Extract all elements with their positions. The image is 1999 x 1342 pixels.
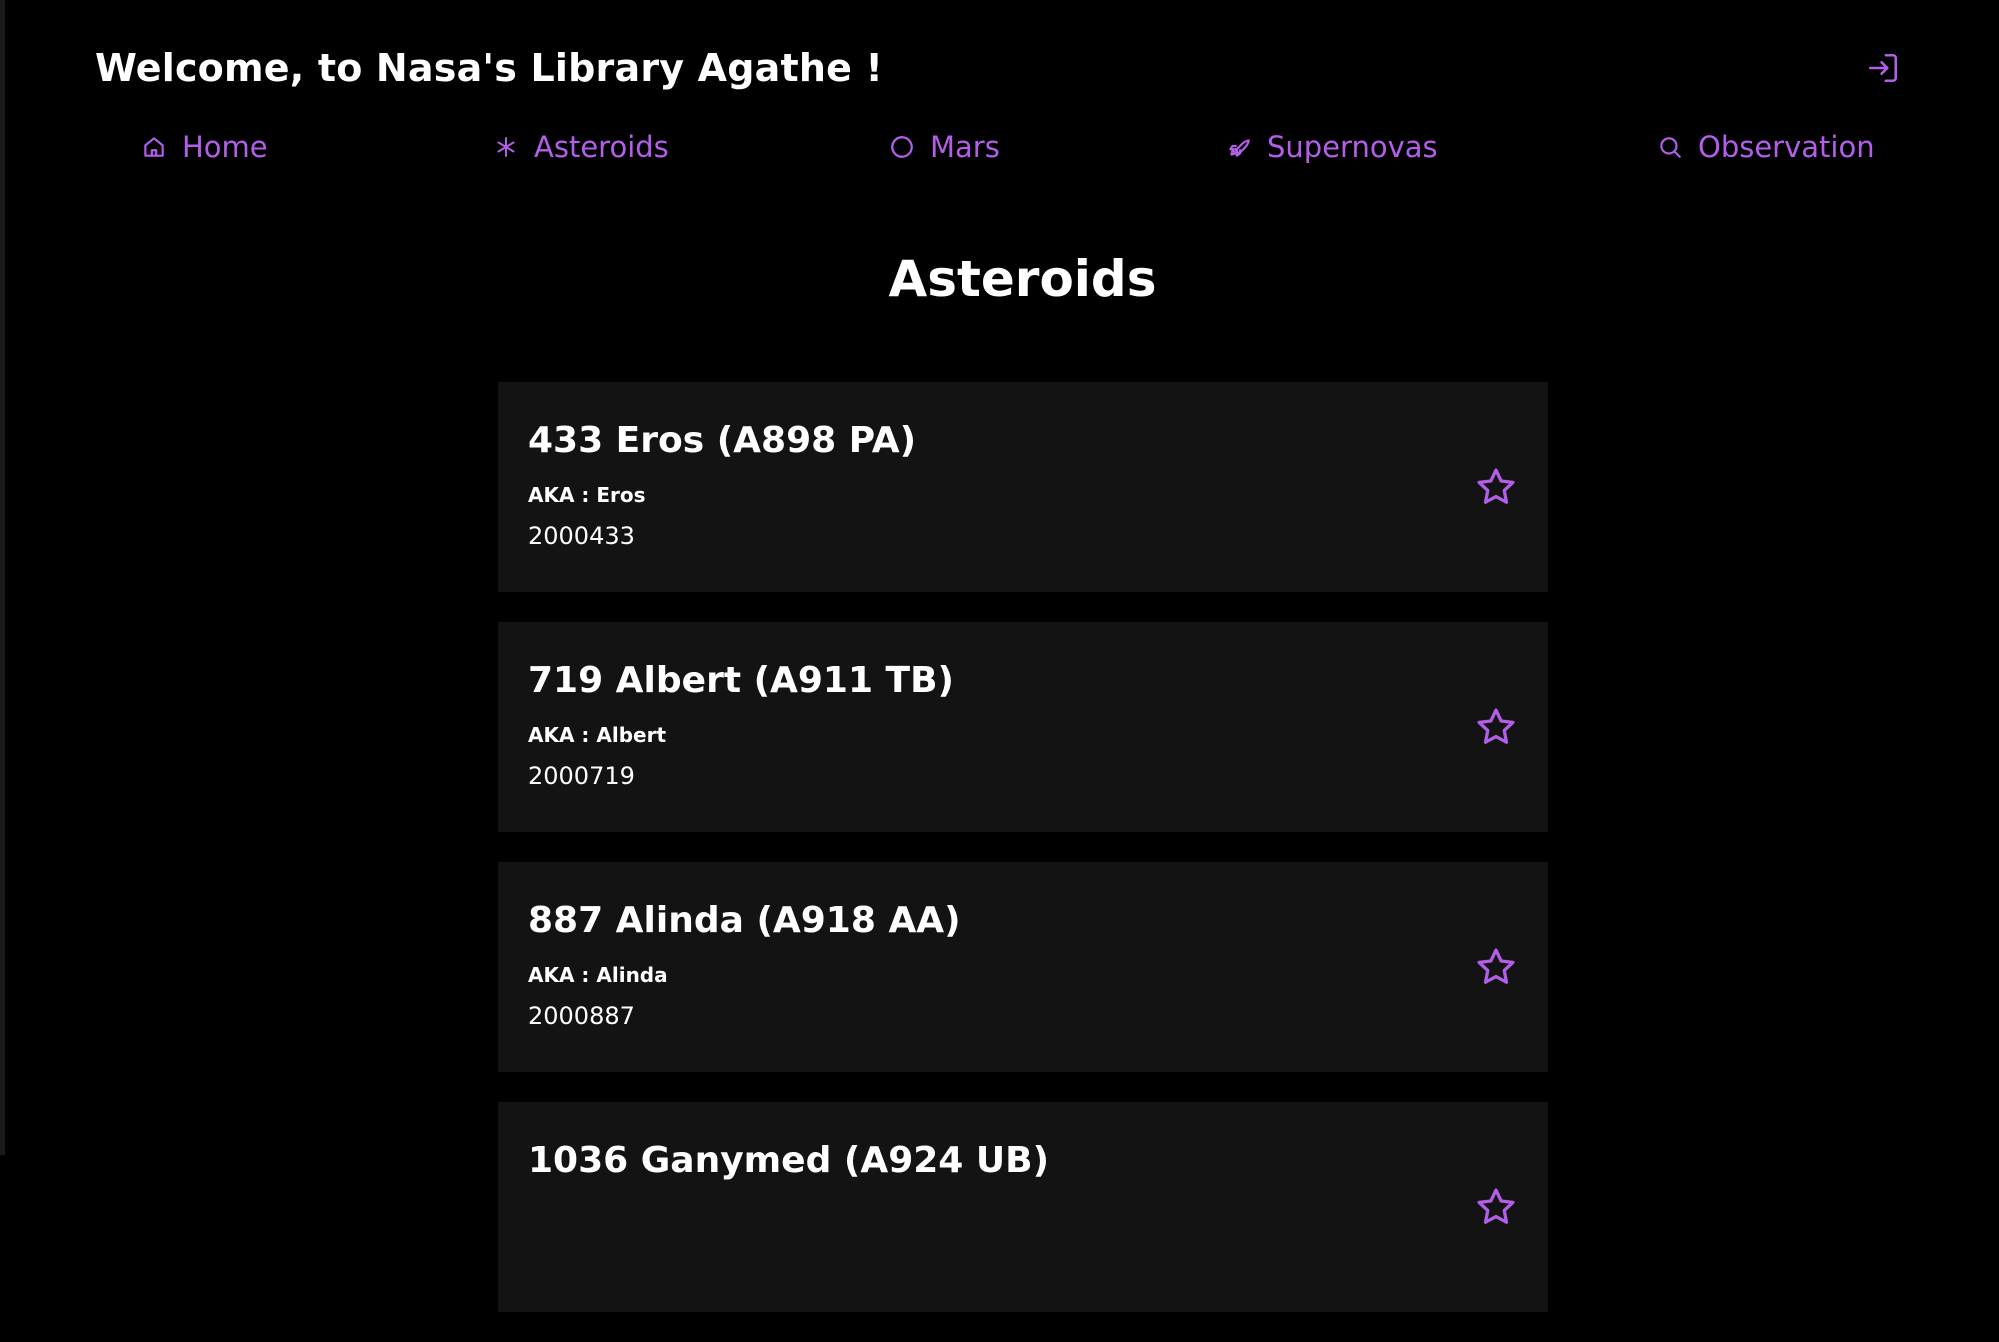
- favorite-star-icon[interactable]: [1474, 945, 1518, 989]
- nav-asteroids[interactable]: Asteroids: [492, 130, 669, 164]
- asteroid-aka: AKA : Albert: [528, 723, 667, 747]
- logout-icon: [1868, 53, 1898, 83]
- nav-home-label: Home: [182, 130, 268, 164]
- asteroid-aka: AKA : Alinda: [528, 963, 668, 987]
- welcome-title: Welcome, to Nasa's Library Agathe !: [95, 46, 884, 90]
- logout-button[interactable]: [1863, 48, 1903, 88]
- favorite-star-icon[interactable]: [1474, 1185, 1518, 1229]
- nav-supernovas-label: Supernovas: [1267, 130, 1438, 164]
- asteroid-name: 719 Albert (A911 TB): [528, 660, 955, 701]
- asteroid-name: 887 Alinda (A918 AA): [528, 900, 961, 941]
- asteroid-aka: AKA : Eros: [528, 483, 646, 507]
- asteroid-list: 433 Eros (A898 PA) AKA : Eros 2000433 71…: [498, 382, 1548, 1342]
- home-icon: [140, 133, 168, 161]
- main-nav: Home Asteroids Mars Supernovas Observati…: [0, 130, 1999, 180]
- asteroid-card[interactable]: 433 Eros (A898 PA) AKA : Eros 2000433: [498, 382, 1548, 592]
- asteroid-card[interactable]: 719 Albert (A911 TB) AKA : Albert 200071…: [498, 622, 1548, 832]
- nav-observation[interactable]: Observation: [1656, 130, 1875, 164]
- page-title: Asteroids: [888, 250, 1157, 308]
- asteroid-name: 1036 Ganymed (A924 UB): [528, 1140, 1050, 1181]
- favorite-star-icon[interactable]: [1474, 705, 1518, 749]
- favorite-star-icon[interactable]: [1474, 465, 1518, 509]
- asteroid-id: 2000887: [528, 1002, 635, 1030]
- nav-observation-label: Observation: [1698, 130, 1875, 164]
- search-icon: [1656, 133, 1684, 161]
- asteroid-card[interactable]: 1036 Ganymed (A924 UB): [498, 1102, 1548, 1312]
- nav-mars-label: Mars: [930, 130, 1000, 164]
- asterisk-icon: [492, 133, 520, 161]
- nav-mars[interactable]: Mars: [888, 130, 1000, 164]
- rocket-icon: [1225, 133, 1253, 161]
- asteroid-id: 2000719: [528, 762, 635, 790]
- moon-icon: [888, 133, 916, 161]
- header: Welcome, to Nasa's Library Agathe !: [95, 38, 1915, 100]
- nav-home[interactable]: Home: [140, 130, 268, 164]
- asteroid-name: 433 Eros (A898 PA): [528, 420, 917, 461]
- nav-supernovas[interactable]: Supernovas: [1225, 130, 1438, 164]
- asteroid-id: 2000433: [528, 522, 635, 550]
- asteroid-card[interactable]: 887 Alinda (A918 AA) AKA : Alinda 200088…: [498, 862, 1548, 1072]
- nav-asteroids-label: Asteroids: [534, 130, 669, 164]
